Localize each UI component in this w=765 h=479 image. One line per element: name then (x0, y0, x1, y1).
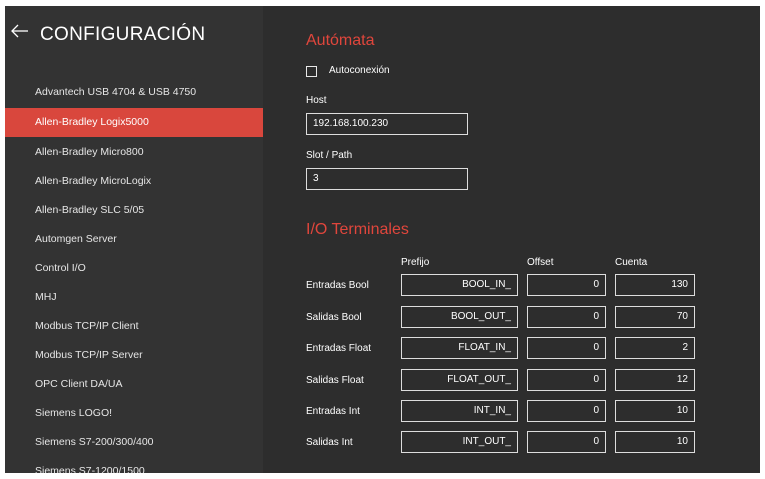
sidebar-item-advantech[interactable]: Advantech USB 4704 & USB 4750 (5, 78, 263, 107)
bool-outputs-offset-field[interactable]: 0 (527, 306, 606, 328)
sidebar-item-opc-client[interactable]: OPC Client DA/UA (5, 370, 263, 399)
float-inputs-offset-field[interactable]: 0 (527, 337, 606, 359)
sidebar-item-allen-bradley-logix5000[interactable]: Allen-Bradley Logix5000 (5, 108, 263, 137)
float-inputs-label: Entradas Float (306, 343, 372, 354)
config-panel: Autómata Autoconexión Host 192.168.100.2… (263, 6, 760, 473)
sidebar-item-mhj[interactable]: MHJ (5, 283, 263, 312)
sidebar-item-control-io[interactable]: Control I/O (5, 254, 263, 283)
float-inputs-count-field[interactable]: 2 (615, 337, 695, 359)
int-inputs-prefix-field[interactable]: INT_IN_ (401, 400, 518, 422)
int-inputs-count-field[interactable]: 10 (615, 400, 695, 422)
bool-inputs-label: Entradas Bool (306, 280, 369, 291)
sidebar-item-allen-bradley-micrologix[interactable]: Allen-Bradley MicroLogix (5, 167, 263, 196)
float-inputs-prefix-field[interactable]: FLOAT_IN_ (401, 337, 518, 359)
app-window: CONFIGURACIÓN Advantech USB 4704 & USB 4… (5, 6, 760, 473)
int-outputs-count-field[interactable]: 10 (615, 431, 695, 453)
int-outputs-prefix-field[interactable]: INT_OUT_ (401, 431, 518, 453)
int-inputs-label: Entradas Int (306, 406, 360, 417)
bool-outputs-count-field[interactable]: 70 (615, 306, 695, 328)
io-section-title: I/O Terminales (306, 221, 409, 238)
bool-inputs-prefix-field[interactable]: BOOL_IN_ (401, 274, 518, 296)
bool-inputs-count-field[interactable]: 130 (615, 274, 695, 296)
autoconnect-checkbox[interactable] (306, 66, 317, 77)
count-column-header: Cuenta (615, 257, 648, 268)
sidebar-item-allen-bradley-micro800[interactable]: Allen-Bradley Micro800 (5, 138, 263, 167)
autoconnect-label: Autoconexión (329, 65, 390, 76)
offset-column-header: Offset (527, 257, 554, 268)
slot-path-field[interactable]: 3 (306, 168, 468, 190)
float-outputs-offset-field[interactable]: 0 (527, 369, 606, 391)
sidebar-item-siemens-s7-200[interactable]: Siemens S7-200/300/400 (5, 428, 263, 457)
prefix-column-header: Prefijo (401, 257, 430, 268)
host-field[interactable]: 192.168.100.230 (306, 113, 468, 135)
slot-path-label: Slot / Path (306, 150, 353, 161)
sidebar-item-modbus-server[interactable]: Modbus TCP/IP Server (5, 341, 263, 370)
float-outputs-prefix-field[interactable]: FLOAT_OUT_ (401, 369, 518, 391)
host-label: Host (306, 95, 327, 106)
int-outputs-label: Salidas Int (306, 437, 353, 448)
bool-outputs-label: Salidas Bool (306, 312, 362, 323)
automata-section-title: Autómata (306, 32, 375, 49)
float-outputs-count-field[interactable]: 12 (615, 369, 695, 391)
int-inputs-offset-field[interactable]: 0 (527, 400, 606, 422)
sidebar-item-automgen-server[interactable]: Automgen Server (5, 225, 263, 254)
bool-inputs-offset-field[interactable]: 0 (527, 274, 606, 296)
float-outputs-label: Salidas Float (306, 375, 364, 386)
int-outputs-offset-field[interactable]: 0 (527, 431, 606, 453)
sidebar-item-allen-bradley-slc[interactable]: Allen-Bradley SLC 5/05 (5, 196, 263, 225)
sidebar-item-modbus-client[interactable]: Modbus TCP/IP Client (5, 312, 263, 341)
page-title: CONFIGURACIÓN (40, 24, 206, 45)
arrow-left-icon[interactable] (11, 24, 29, 38)
sidebar-item-siemens-logo[interactable]: Siemens LOGO! (5, 399, 263, 428)
sidebar: CONFIGURACIÓN Advantech USB 4704 & USB 4… (5, 6, 263, 473)
bool-outputs-prefix-field[interactable]: BOOL_OUT_ (401, 306, 518, 328)
sidebar-header: CONFIGURACIÓN (5, 6, 263, 56)
sidebar-item-siemens-s7-1200[interactable]: Siemens S7-1200/1500 (5, 457, 263, 473)
